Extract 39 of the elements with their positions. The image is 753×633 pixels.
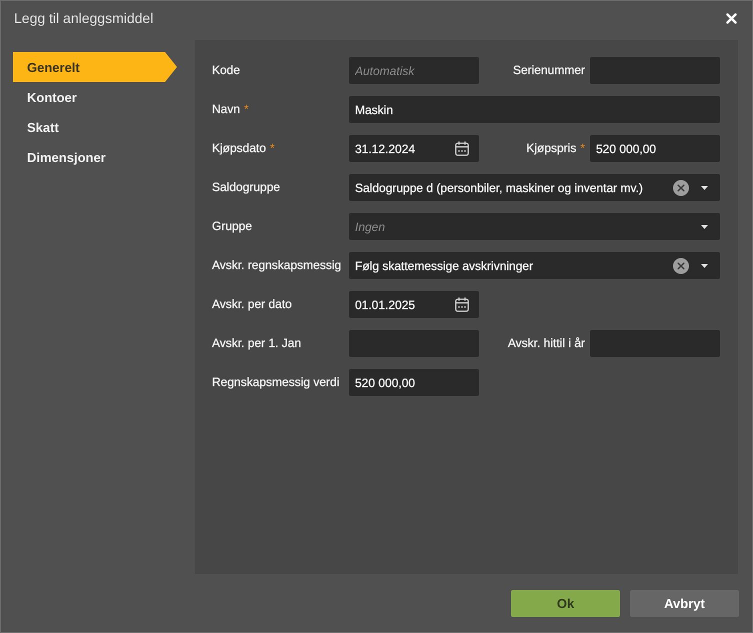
field-label: Kjøpsdato *	[212, 140, 275, 154]
sidebar-item[interactable]: Kontoer	[13, 82, 177, 112]
caret-icon[interactable]	[701, 224, 708, 228]
field-label: Navn *	[212, 102, 249, 116]
text-field[interactable]	[590, 330, 720, 357]
clear-icon[interactable]	[673, 180, 689, 196]
date-field[interactable]: 01.01.2025	[349, 291, 479, 318]
dropdown-field[interactable]: Følg skattemessige avskrivninger	[349, 252, 720, 279]
text-field[interactable]	[590, 57, 720, 84]
field-label: Avskr. hittil i år	[508, 336, 585, 350]
field-label: Saldogruppe	[212, 180, 280, 194]
close-button[interactable]	[726, 13, 737, 24]
sidebar-item[interactable]: Generelt	[13, 52, 177, 82]
close-icon	[726, 13, 737, 24]
field-label: Avskr. per dato	[212, 296, 292, 310]
date-field[interactable]: 31.12.2024	[349, 135, 479, 162]
text-field[interactable]: 520 000,00	[590, 135, 720, 162]
text-field[interactable]	[349, 330, 479, 357]
calendar-icon[interactable]	[455, 297, 469, 312]
calendar-icon[interactable]	[455, 141, 469, 156]
cancel-button[interactable]: Avbryt	[630, 590, 739, 617]
sidebar-item[interactable]: Dimensjoner	[13, 142, 177, 172]
caret-icon[interactable]	[701, 264, 708, 268]
ok-button[interactable]: Ok	[511, 590, 620, 617]
field-label: Kode	[212, 62, 240, 76]
field-label: Serienummer	[512, 62, 585, 76]
field-label: Avskr. per 1. Jan	[212, 336, 302, 350]
field-label: Gruppe	[212, 218, 252, 232]
caret-icon[interactable]	[701, 186, 708, 190]
field-label: Kjøpspris *	[526, 140, 585, 154]
text-field[interactable]: 520 000,00	[349, 369, 479, 396]
text-field[interactable]: Maskin	[349, 96, 720, 123]
dropdown-field[interactable]: Ingen	[349, 213, 720, 240]
field-label: Regnskapsmessig verdi	[212, 374, 340, 388]
sidebar-item[interactable]: Skatt	[13, 112, 177, 142]
clear-icon[interactable]	[673, 258, 689, 274]
window-title: Legg til anleggsmiddel	[14, 10, 154, 27]
field-label: Avskr. regnskapsmessig	[212, 258, 342, 272]
dropdown-field[interactable]: Saldogruppe d (personbiler, maskiner og inventar mv.)	[349, 174, 720, 201]
